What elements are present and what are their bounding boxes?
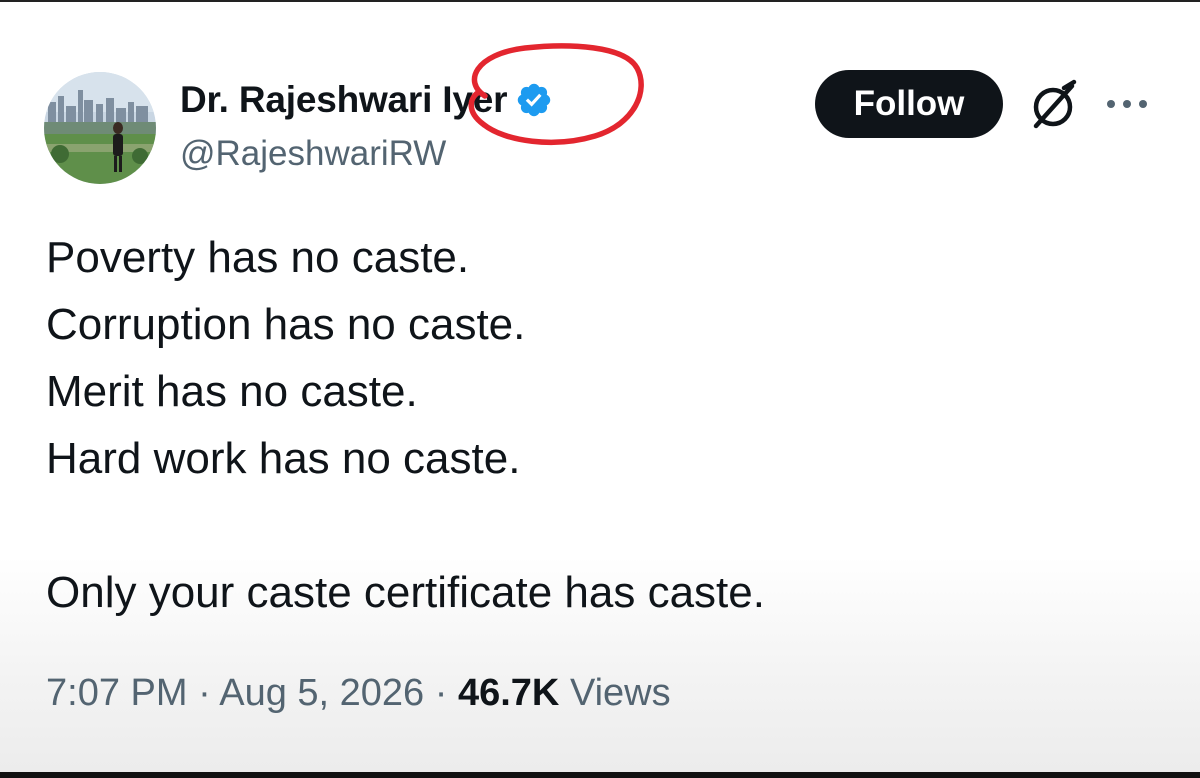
grok-icon[interactable] [1024,76,1082,134]
avatar[interactable] [44,72,156,184]
more-options-icon[interactable] [1102,90,1152,118]
author-name-row: Dr. Rajeshwari Iyer [180,76,553,124]
meta-separator: · [198,672,211,714]
tweet-line: Merit has no caste. [46,367,418,416]
tweet-line: Corruption has no caste. [46,300,526,349]
tweet-body: Poverty has no caste. Corruption has no … [46,224,765,626]
avatar-photo [44,72,156,184]
meta-separator: · [434,672,448,714]
tweet-date[interactable]: Aug 5, 2026 [219,672,424,714]
author-display-name[interactable]: Dr. Rajeshwari Iyer [180,79,508,121]
tweet-line: Poverty has no caste. [46,233,470,282]
tweet-line: Hard work has no caste. [46,434,521,483]
follow-button[interactable]: Follow [815,70,1003,138]
views-count: 46.7K [457,672,560,714]
tweet-meta: 7:07 PM · Aug 5, 2026 · 46.7K Views [46,672,671,715]
tweet-card: Dr. Rajeshwari Iyer @RajeshwariRW Follow… [0,0,1200,778]
verified-badge-icon [518,83,551,117]
tweet-closing-line: Only your caste certificate has caste. [46,568,765,617]
author-handle[interactable]: @RajeshwariRW [180,134,446,174]
tweet-time[interactable]: 7:07 PM [46,672,188,714]
views-label: Views [569,672,671,714]
